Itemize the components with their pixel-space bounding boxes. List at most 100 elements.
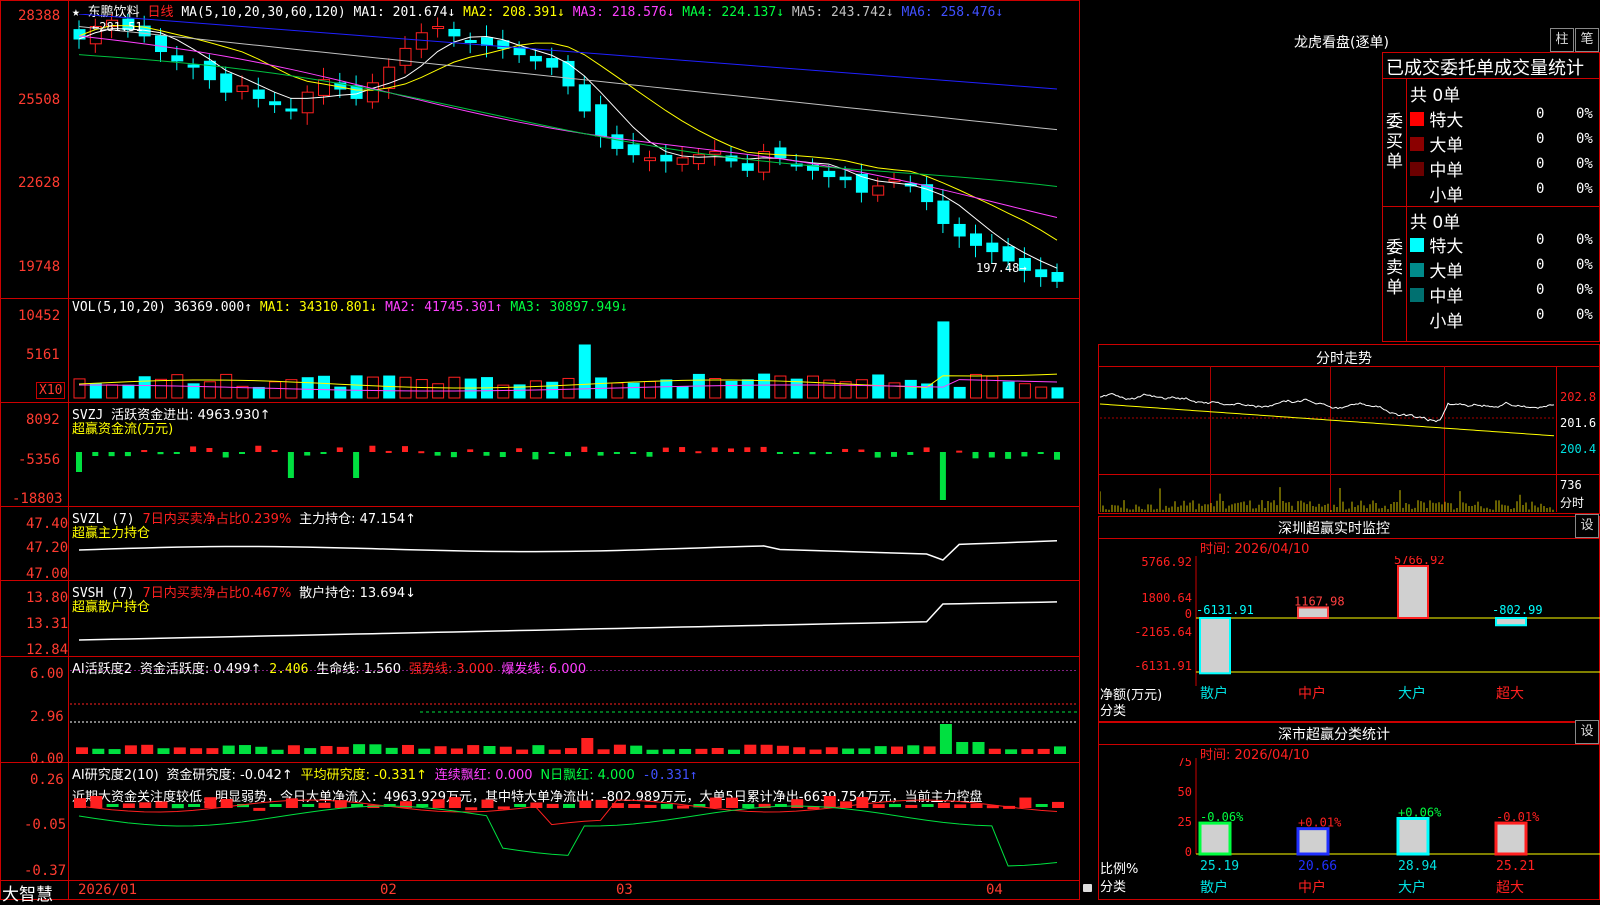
monitor-settings-button[interactable]: 设 xyxy=(1575,514,1599,538)
active-bar xyxy=(907,745,920,754)
candlestick-chart[interactable] xyxy=(70,14,1078,296)
research-bar xyxy=(318,802,331,808)
research-bar xyxy=(122,803,135,808)
row-percent: 0% xyxy=(1576,106,1593,122)
volume-bar xyxy=(1002,381,1015,399)
volume-chart[interactable] xyxy=(70,314,1078,400)
research-bar xyxy=(155,801,168,808)
panel-divider xyxy=(0,506,1080,507)
flow-bar xyxy=(304,452,311,456)
active-bar xyxy=(581,738,594,754)
retail-holding-chart[interactable] xyxy=(70,596,1078,654)
color-swatch xyxy=(1410,187,1424,201)
volume-bar xyxy=(741,379,754,399)
ai-active-chart[interactable] xyxy=(70,670,1078,760)
flow-bar xyxy=(793,452,800,454)
monitor-chart[interactable]: 5766.92 1800.64 0 -2165.64 -6131.91 -6131.91 散… xyxy=(1100,556,1600,716)
volume-bar xyxy=(220,373,233,399)
longhu-divider xyxy=(1406,78,1407,342)
candle-body xyxy=(464,39,477,43)
vol-value: 36369.000↑ xyxy=(173,300,253,315)
active-bar xyxy=(353,744,366,754)
flow-bar xyxy=(353,452,360,478)
candle-body xyxy=(872,185,885,196)
candle-body xyxy=(171,55,184,62)
research-bar xyxy=(677,805,690,809)
brand-logo: 大智慧 xyxy=(2,885,53,905)
row-label: 特大 xyxy=(1424,237,1464,257)
classify-value-label: 28.94 xyxy=(1398,859,1437,874)
ai-research-chart[interactable] xyxy=(70,796,1078,878)
volume-bar xyxy=(872,374,885,399)
research-bar xyxy=(90,796,103,808)
candle-body xyxy=(774,147,787,159)
date-axis-label: 03 xyxy=(616,882,633,898)
active-bar xyxy=(874,746,887,754)
monitor-time: 时间: 2026/04/10 xyxy=(1200,542,1310,557)
longhu-header: 已成交委托单成交量统计 xyxy=(1386,58,1584,79)
volume-bar xyxy=(855,379,868,399)
active-bar xyxy=(124,745,137,754)
research-bar xyxy=(285,798,298,808)
buy-orders-label: 委买单 xyxy=(1386,112,1403,172)
high-price-mark: ←281.51 xyxy=(92,20,143,34)
tick-mode-button[interactable]: 笔 xyxy=(1575,28,1599,52)
sell-row: 中单 xyxy=(1410,282,1463,307)
classify-chart[interactable]: 75 50 25 0 -0.06% 25.19 散户 +0.01% 20.66 中户 +0.06% 2… xyxy=(1100,758,1600,900)
lock-icon[interactable] xyxy=(1083,884,1092,892)
classify-settings-button[interactable]: 设 xyxy=(1575,720,1599,744)
vol-axis-label: 5161 xyxy=(26,347,60,363)
volume-bar xyxy=(644,381,656,399)
research-bar xyxy=(921,804,934,807)
volume-bar xyxy=(904,379,917,399)
research-bar xyxy=(823,796,836,808)
flow-bar xyxy=(255,445,262,452)
research-bar xyxy=(432,799,445,808)
panel-divider xyxy=(0,298,1080,299)
active-bar xyxy=(418,748,431,754)
intraday-chart[interactable] xyxy=(1100,368,1556,512)
longhu-title: 龙虎看盘(逐单) xyxy=(1294,35,1389,51)
flow-bar xyxy=(646,452,653,457)
row-count: 0 xyxy=(1536,257,1545,273)
classify-change-label: -0.06% xyxy=(1200,810,1244,824)
active-bar xyxy=(271,749,284,754)
active-bar xyxy=(695,748,708,754)
volume-bar xyxy=(611,382,624,399)
candle-body xyxy=(627,144,640,156)
flow-bar xyxy=(92,452,99,457)
volume-bar xyxy=(709,378,722,399)
flow-bar xyxy=(956,450,963,453)
research-bar xyxy=(253,807,266,811)
candle-body xyxy=(513,47,526,56)
intraday-axis-label: 202.8 xyxy=(1560,390,1597,404)
active-bar xyxy=(1005,749,1018,754)
fund-flow-chart[interactable] xyxy=(70,420,1078,504)
flow-bar xyxy=(923,447,930,452)
row-percent: 0% xyxy=(1576,232,1593,248)
color-swatch xyxy=(1410,112,1424,126)
date-axis-line xyxy=(0,880,1080,881)
vol-header: VOL(5,10,20) 36369.000↑ MA1: 34310.801↓ … xyxy=(72,300,628,315)
intraday-avg-line xyxy=(1100,403,1555,437)
candle-body xyxy=(953,223,966,237)
svsh-axis-label: 12.84 xyxy=(26,642,69,658)
intraday-vol-label: 分时 xyxy=(1560,496,1585,510)
candle-body xyxy=(741,163,754,171)
research-bar xyxy=(106,804,119,807)
bar-mode-button[interactable]: 柱 xyxy=(1550,28,1574,52)
active-bar xyxy=(467,745,480,754)
row-count: 0 xyxy=(1536,232,1545,248)
research-bar xyxy=(595,799,608,808)
ai-active-axis-label: 6.00 xyxy=(30,666,64,682)
main-holding-chart[interactable] xyxy=(70,520,1078,578)
intraday-vol-axis: 736 xyxy=(1560,478,1582,492)
flow-bar xyxy=(190,446,197,452)
classify-bar xyxy=(1494,821,1528,856)
color-swatch xyxy=(1410,263,1424,277)
volume-bar xyxy=(415,379,428,399)
active-bar xyxy=(239,745,251,754)
flow-bar xyxy=(613,452,620,454)
active-bar xyxy=(923,746,936,754)
row-label: 小单 xyxy=(1424,186,1464,206)
